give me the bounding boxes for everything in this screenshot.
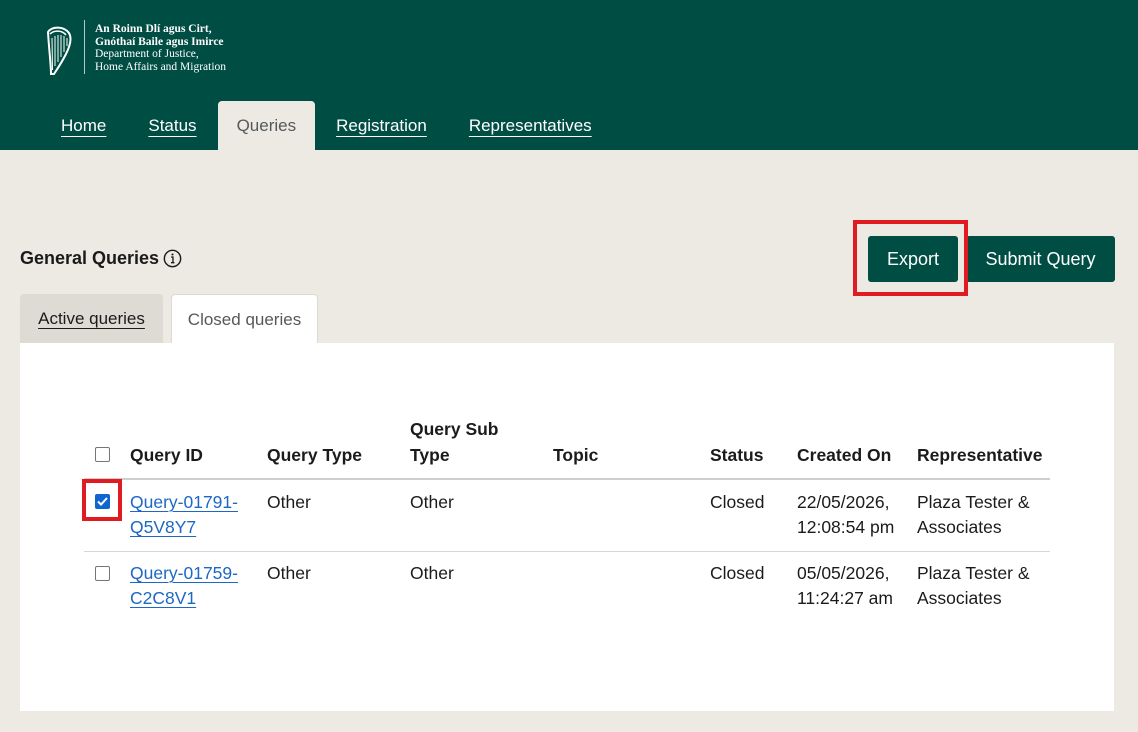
dept-line-english-1: Department of Justice, — [95, 48, 199, 60]
representative-line-2: Associates — [917, 517, 1002, 537]
representative-cell: Plaza Tester & Associates — [917, 490, 1030, 540]
created-time: 11:24:27 am — [797, 588, 893, 608]
query-id-line-2[interactable]: Q5V8Y7 — [130, 517, 196, 537]
representative-line-1: Plaza Tester & — [917, 563, 1030, 583]
col-query-sub-type-line-2: Type — [410, 445, 450, 465]
nav-queries[interactable]: Queries — [217, 101, 316, 150]
query-id-line-1[interactable]: Query-01791- — [130, 492, 238, 512]
col-query-id[interactable]: Query ID — [130, 442, 203, 468]
representative-cell: Plaza Tester & Associates — [917, 561, 1030, 611]
harp-icon — [46, 26, 72, 75]
col-query-sub-type[interactable]: Query Sub Type — [410, 416, 499, 468]
tab-active-queries[interactable]: Active queries — [20, 294, 163, 344]
created-time: 12:08:54 pm — [797, 517, 895, 537]
query-id-link[interactable]: Query-01759- C2C8V1 — [130, 561, 238, 611]
created-on-cell: 05/05/2026, 11:24:27 am — [797, 561, 893, 611]
nav-status[interactable]: Status — [127, 101, 217, 150]
query-id-line-1[interactable]: Query-01759- — [130, 563, 238, 583]
query-sub-type-cell: Other — [410, 563, 454, 583]
col-status[interactable]: Status — [710, 442, 763, 468]
query-type-cell: Other — [267, 492, 311, 512]
query-sub-type-cell: Other — [410, 492, 454, 512]
page-title-text: General Queries — [20, 248, 160, 268]
nav-registration[interactable]: Registration — [315, 101, 448, 150]
header-divider — [84, 478, 1050, 480]
info-icon[interactable] — [163, 249, 182, 268]
created-date: 22/05/2026, — [797, 492, 890, 512]
submit-query-button[interactable]: Submit Query — [966, 236, 1115, 282]
representative-line-2: Associates — [917, 588, 1002, 608]
main-nav: Home Status Queries Registration Represe… — [40, 101, 613, 150]
query-id-link[interactable]: Query-01791- Q5V8Y7 — [130, 490, 238, 540]
col-topic[interactable]: Topic — [553, 442, 598, 468]
nav-representatives-label: Representatives — [468, 115, 592, 135]
checkbox-highlight-box — [82, 479, 122, 521]
department-name: An Roinn Dlí agus Cirt, Gnóthaí Baile ag… — [95, 23, 226, 73]
nav-registration-label: Registration — [336, 115, 427, 135]
export-highlight-box — [853, 220, 968, 296]
select-all-checkbox[interactable] — [95, 447, 110, 462]
col-created-on[interactable]: Created On — [797, 442, 891, 468]
status-cell: Closed — [710, 563, 765, 583]
nav-status-label: Status — [148, 115, 197, 135]
row-checkbox[interactable] — [95, 566, 110, 581]
site-header: An Roinn Dlí agus Cirt, Gnóthaí Baile ag… — [0, 0, 1138, 150]
dept-line-irish-2: Gnóthaí Baile agus Imirce — [95, 35, 224, 48]
representative-line-1: Plaza Tester & — [917, 492, 1030, 512]
tab-active-queries-label: Active queries — [38, 309, 145, 328]
query-type-cell: Other — [267, 563, 311, 583]
created-date: 05/05/2026, — [797, 563, 890, 583]
tab-closed-queries-label: Closed queries — [187, 309, 302, 329]
dept-line-irish-1: An Roinn Dlí agus Cirt, — [95, 23, 212, 35]
created-on-cell: 22/05/2026, 12:08:54 pm — [797, 490, 894, 540]
col-query-type[interactable]: Query Type — [267, 442, 362, 468]
department-logo[interactable]: An Roinn Dlí agus Cirt, Gnóthaí Baile ag… — [42, 20, 226, 78]
logo-divider — [84, 20, 85, 74]
tab-closed-queries[interactable]: Closed queries — [171, 294, 318, 344]
status-cell: Closed — [710, 492, 765, 512]
dept-line-english-2: Home Affairs and Migration — [95, 60, 227, 73]
nav-home-label: Home — [61, 115, 107, 135]
col-representative[interactable]: Representative — [917, 442, 1042, 468]
row-divider — [84, 551, 1050, 552]
nav-home[interactable]: Home — [40, 101, 127, 150]
page-title: General Queries — [20, 248, 182, 269]
query-id-line-2[interactable]: C2C8V1 — [130, 588, 196, 608]
col-query-sub-type-line-1: Query Sub — [410, 419, 499, 439]
nav-queries-label: Queries — [236, 115, 297, 135]
nav-representatives[interactable]: Representatives — [448, 101, 613, 150]
